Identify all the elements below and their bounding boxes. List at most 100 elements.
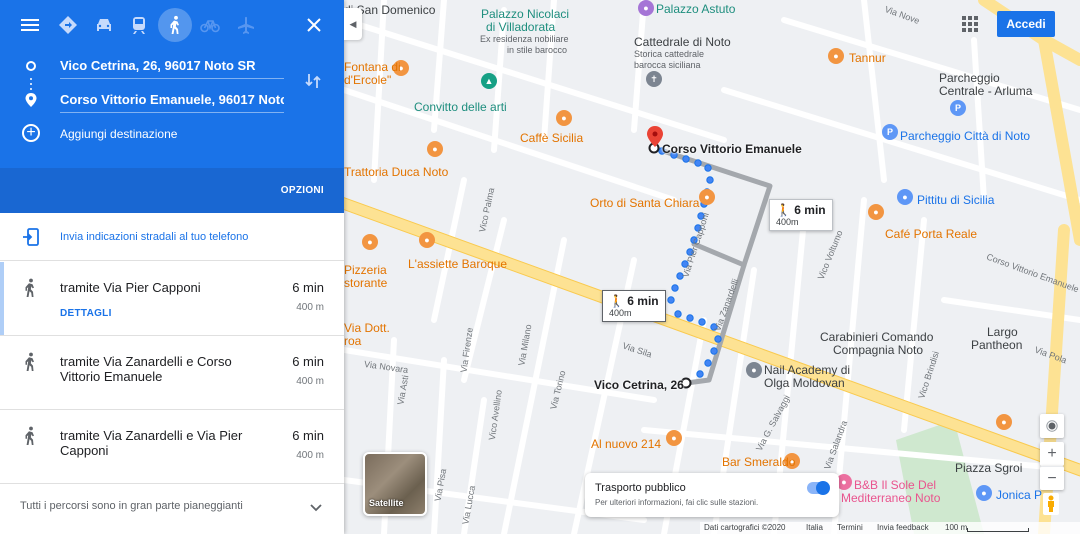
- map-label: B&B Il Sole Del: [854, 478, 937, 492]
- map-label: Al nuovo 214: [591, 437, 662, 451]
- best-route-icon[interactable]: [51, 8, 85, 42]
- museum-icon[interactable]: ▲: [481, 73, 497, 89]
- add-destination-label[interactable]: Aggiungi destinazione: [60, 127, 177, 141]
- alt-route-duration[interactable]: 🚶 6 min 400m: [769, 199, 833, 231]
- walking-icon: [25, 278, 34, 297]
- restaurant-icon[interactable]: ●: [427, 141, 443, 157]
- map-label: Jonica P: [996, 488, 1043, 502]
- map-label: Cattedrale di Noto: [634, 35, 731, 49]
- swap-icon[interactable]: [303, 71, 323, 91]
- apps-grid-icon[interactable]: [962, 16, 978, 32]
- zoom-in-button[interactable]: +: [1040, 442, 1064, 466]
- map-label: Mediterraneo Noto: [841, 491, 941, 505]
- parking-icon[interactable]: P: [950, 100, 966, 116]
- route-dots: [30, 83, 32, 85]
- church-icon[interactable]: ✝: [646, 71, 662, 87]
- scale-label[interactable]: 100 m: [945, 523, 967, 532]
- route-distance: 400 m: [296, 376, 324, 387]
- terms-link[interactable]: Termini: [837, 523, 863, 532]
- map-label: Tannur: [849, 51, 886, 65]
- map-label: d'Ercole": [344, 73, 392, 87]
- directions-panel: Vico Cetrina, 26, 96017 Noto SR Corso Vi…: [0, 0, 344, 534]
- route-distance: 400 m: [296, 302, 324, 313]
- route-distance: 400 m: [296, 450, 324, 461]
- close-icon[interactable]: [303, 14, 325, 36]
- map-canvas[interactable]: ● ▲ ● ✝ ● ● ● P P ● ● ● ● ● ● ● ● ● ● ● …: [344, 0, 1080, 534]
- scale-bar: [967, 528, 1029, 532]
- flight-icon[interactable]: [229, 8, 263, 42]
- shop-icon[interactable]: ●: [976, 485, 992, 501]
- map-label: Convitto delle arti: [414, 100, 507, 114]
- origin-input[interactable]: Vico Cetrina, 26, 96017 Noto SR: [60, 55, 284, 79]
- route-time: 6 min: [292, 428, 324, 443]
- selected-route-duration[interactable]: 🚶 6 min 400m: [602, 290, 666, 322]
- transit-title: Trasporto pubblico: [595, 482, 686, 494]
- car-icon[interactable]: [87, 8, 121, 42]
- restaurant-icon[interactable]: ●: [996, 414, 1012, 430]
- map-label: Parcheggio: [939, 71, 1000, 85]
- pegman-icon[interactable]: [1043, 493, 1059, 515]
- shop-icon[interactable]: ●: [897, 189, 913, 205]
- destination-pin-icon: [25, 93, 37, 107]
- map-label: Pantheon: [971, 338, 1023, 352]
- place-icon[interactable]: ●: [746, 362, 762, 378]
- restaurant-icon[interactable]: ●: [362, 234, 378, 250]
- send-to-phone-label[interactable]: Invia indicazioni stradali al tuo telefo…: [60, 231, 248, 243]
- cafe-icon[interactable]: ●: [868, 204, 884, 220]
- map-label: Palazzo Nicolaci: [481, 7, 570, 21]
- map-label: Compagnia Noto: [833, 343, 924, 357]
- zoom-out-button[interactable]: −: [1040, 466, 1064, 490]
- map-label: Pizzeria: [344, 263, 387, 277]
- walking-icon: 🚶: [609, 294, 624, 308]
- details-link[interactable]: DETTAGLI: [60, 308, 112, 319]
- route-time: 6 min: [292, 354, 324, 369]
- walking-icon[interactable]: [158, 8, 192, 42]
- add-destination-icon[interactable]: +: [22, 124, 40, 142]
- chevron-down-icon[interactable]: [309, 500, 323, 514]
- map-label: Carabinieri Comando: [820, 330, 934, 344]
- map-label: roa: [344, 334, 362, 348]
- poi-icon[interactable]: ●: [638, 0, 654, 16]
- sign-in-button[interactable]: Accedi: [997, 11, 1055, 37]
- destination-input[interactable]: Corso Vittorio Emanuele, 96017 Noto SR: [60, 89, 284, 113]
- map-label: Trattoria Duca Noto: [344, 165, 449, 179]
- my-location-icon: [1046, 420, 1058, 432]
- satellite-toggle[interactable]: Satellite: [363, 452, 427, 516]
- route-time: 6 min: [292, 280, 324, 295]
- transit-toggle[interactable]: [807, 481, 830, 495]
- feedback-link[interactable]: Invia feedback: [877, 523, 929, 532]
- cafe-icon[interactable]: ●: [556, 110, 572, 126]
- restaurant-icon[interactable]: ●: [699, 189, 715, 205]
- restaurant-icon[interactable]: ●: [666, 430, 682, 446]
- parking-icon[interactable]: P: [882, 124, 898, 140]
- transit-subtitle: Per ulteriori informazioni, fai clic sul…: [595, 498, 759, 507]
- map-footer: Dati cartografici ©2020 Italia Termini I…: [700, 522, 1080, 534]
- map-label: Piazza Sgroi: [955, 461, 1023, 475]
- my-location-button[interactable]: [1040, 414, 1064, 438]
- options-button[interactable]: OPZIONI: [281, 185, 324, 196]
- travel-modes: [0, 8, 344, 42]
- origin-label: Vico Cetrina, 26: [594, 378, 684, 392]
- restaurant-icon[interactable]: ●: [828, 48, 844, 64]
- map-label: Centrale - Arluma: [939, 84, 1033, 98]
- restaurant-icon[interactable]: ●: [419, 232, 435, 248]
- route-option[interactable]: tramite Via Zanardelli e Corso Vittorio …: [0, 336, 344, 410]
- send-to-phone-row[interactable]: Invia indicazioni stradali al tuo telefo…: [0, 213, 344, 261]
- destination-label: Corso Vittorio Emanuele: [662, 142, 802, 156]
- map-label: Bar Smeraldo: [722, 455, 796, 469]
- route-title: tramite Via Pier Capponi: [60, 280, 201, 295]
- route-title: tramite Via Zanardelli e Via Pier Cappon…: [60, 428, 243, 458]
- origin-dot-icon: [26, 61, 36, 71]
- bicycle-icon[interactable]: [193, 8, 227, 42]
- transit-layer-card[interactable]: Trasporto pubblico Per ulteriori informa…: [585, 473, 839, 517]
- terrain-note: Tutti i percorsi sono in gran parte pian…: [20, 500, 243, 512]
- walking-icon: [25, 352, 34, 371]
- region-link[interactable]: Italia: [806, 523, 823, 532]
- collapse-panel-button[interactable]: ◀: [344, 8, 362, 40]
- walking-icon: [25, 426, 34, 445]
- route-option[interactable]: tramite Via Zanardelli e Via Pier Cappon…: [0, 410, 344, 484]
- map-label: Largo: [987, 325, 1018, 339]
- route-option[interactable]: tramite Via Pier Capponi 6 min 400 m DET…: [0, 262, 344, 336]
- map-label: Via Dott.: [344, 321, 390, 335]
- train-icon[interactable]: [122, 8, 156, 42]
